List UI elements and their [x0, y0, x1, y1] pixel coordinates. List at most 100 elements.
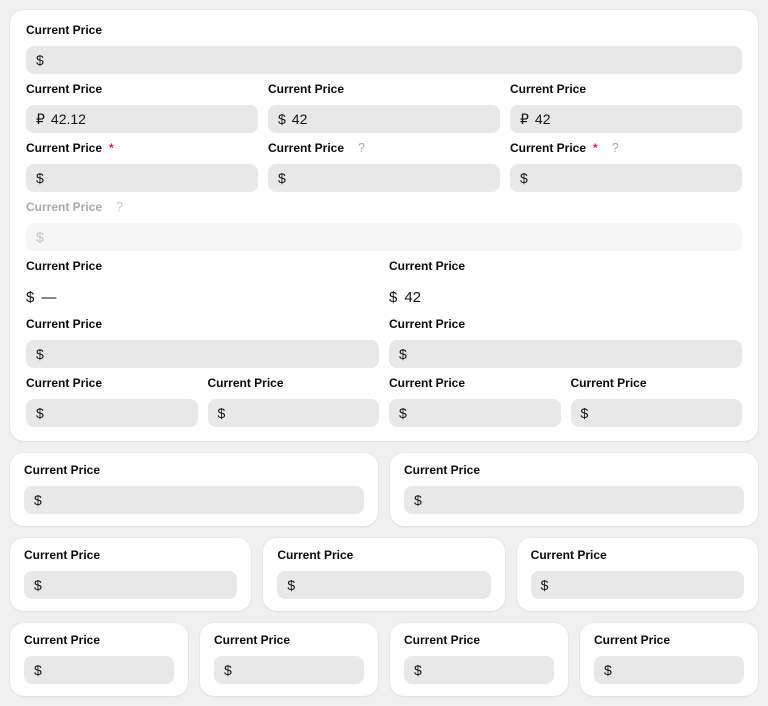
- field-label: Current Price: [531, 549, 607, 561]
- price-input[interactable]: ₽ 42.12: [26, 105, 258, 133]
- field-label-row: Current Price: [571, 377, 743, 389]
- field-label-row: Current Price: [404, 634, 554, 646]
- field-label: Current Price: [24, 464, 100, 476]
- field-label: Current Price: [26, 260, 102, 272]
- currency-prefix-icon: $: [581, 405, 589, 421]
- field-label: Current Price: [510, 142, 586, 154]
- price-input[interactable]: $: [208, 399, 380, 427]
- currency-prefix-icon: $: [389, 289, 397, 306]
- input-value: 42.12: [51, 111, 86, 127]
- field-label-row: Current Price: [510, 83, 742, 95]
- price-input[interactable]: $: [389, 340, 742, 368]
- field-label-row: Current Price: [24, 464, 364, 476]
- field-label-row: Current Price: [24, 634, 174, 646]
- field-label-row: Current Price: [26, 24, 742, 36]
- currency-prefix-icon: $: [36, 346, 44, 362]
- field-label: Current Price: [510, 83, 586, 95]
- price-field: Current Price $: [24, 463, 364, 514]
- price-field: Current Price $: [24, 633, 174, 684]
- price-field: Current Price $: [404, 633, 554, 684]
- field-label-row: Current Price: [26, 318, 379, 330]
- price-input[interactable]: $: [389, 399, 561, 427]
- currency-prefix-icon: $: [541, 577, 549, 593]
- currency-prefix-icon: ₽: [520, 111, 529, 128]
- currency-prefix-icon: $: [36, 229, 44, 245]
- price-input[interactable]: $: [24, 656, 174, 684]
- currency-prefix-icon: $: [520, 170, 528, 186]
- help-question-icon[interactable]: ?: [358, 142, 365, 154]
- price-field: Current Price $: [404, 463, 744, 514]
- price-field: Current Price $ 42: [389, 259, 742, 309]
- currency-prefix-icon: $: [34, 662, 42, 678]
- price-input[interactable]: $: [571, 399, 743, 427]
- price-input[interactable]: $: [277, 571, 490, 599]
- cards-row: Current Price $ Current Price $ Current …: [10, 623, 758, 696]
- price-input[interactable]: $: [26, 399, 198, 427]
- currency-prefix-icon: $: [287, 577, 295, 593]
- card-rows-container: Current Price $ Current Price $ Current …: [10, 453, 758, 696]
- currency-prefix-icon: $: [34, 577, 42, 593]
- price-input[interactable]: $: [24, 571, 237, 599]
- readonly-value: $ 42: [389, 285, 742, 309]
- price-field: Current Price ₽ 42: [510, 82, 742, 133]
- field-label-row: Current Price: [389, 260, 742, 272]
- price-input[interactable]: $: [26, 340, 379, 368]
- price-field: Current Price * $: [26, 141, 258, 192]
- field-label-row: Current Price: [277, 549, 490, 561]
- price-input[interactable]: $: [26, 46, 742, 74]
- field-label: Current Price: [26, 377, 102, 389]
- price-input[interactable]: $ 42: [268, 105, 500, 133]
- price-field: Current Price $: [26, 376, 198, 427]
- price-input[interactable]: ₽ 42: [510, 105, 742, 133]
- field-label-row: Current Price: [404, 464, 744, 476]
- field-card: Current Price $: [390, 453, 758, 526]
- price-field: Current Price * ? $: [510, 141, 742, 192]
- required-asterisk: *: [109, 142, 114, 154]
- field-card: Current Price $: [10, 453, 378, 526]
- price-field: Current Price $: [277, 548, 490, 599]
- price-field: Current Price $ 42: [268, 82, 500, 133]
- field-label-row: Current Price: [26, 377, 198, 389]
- price-field: Current Price $: [26, 317, 379, 368]
- price-field: Current Price $: [531, 548, 744, 599]
- field-label: Current Price: [389, 318, 465, 330]
- field-label-row: Current Price: [24, 549, 237, 561]
- field-label-row: Current Price: [208, 377, 380, 389]
- field-card: Current Price $: [390, 623, 568, 696]
- currency-prefix-icon: $: [399, 405, 407, 421]
- cards-row: Current Price $ Current Price $: [10, 453, 758, 526]
- field-label: Current Price: [389, 377, 465, 389]
- currency-prefix-icon: $: [278, 170, 286, 186]
- field-label-row: Current Price: [26, 260, 379, 272]
- currency-prefix-icon: ₽: [36, 111, 45, 128]
- field-label: Current Price: [24, 549, 100, 561]
- field-card: Current Price $: [10, 623, 188, 696]
- currency-prefix-icon: $: [36, 170, 44, 186]
- field-row: Current Price ₽ 42.12 Current Price $ 42…: [26, 82, 742, 133]
- price-field: Current Price $: [389, 317, 742, 368]
- field-label-row: Current Price ?: [26, 201, 742, 213]
- price-input[interactable]: $: [594, 656, 744, 684]
- price-input[interactable]: $: [26, 164, 258, 192]
- price-input[interactable]: $: [404, 486, 744, 514]
- price-input[interactable]: $: [531, 571, 744, 599]
- field-label: Current Price: [268, 83, 344, 95]
- help-question-icon[interactable]: ?: [612, 142, 619, 154]
- price-input[interactable]: $: [268, 164, 500, 192]
- price-input[interactable]: $: [510, 164, 742, 192]
- field-row: Current Price $ — Current Price $ 42: [26, 259, 742, 309]
- help-question-icon: ?: [116, 201, 123, 213]
- currency-prefix-icon: $: [414, 492, 422, 508]
- price-field: Current Price $ —: [26, 259, 379, 309]
- price-input[interactable]: $: [24, 486, 364, 514]
- field-label-row: Current Price: [214, 634, 364, 646]
- currency-prefix-icon: $: [604, 662, 612, 678]
- currency-prefix-icon: $: [34, 492, 42, 508]
- field-row: Current Price $: [26, 23, 742, 74]
- price-input: $: [26, 223, 742, 251]
- price-input[interactable]: $: [404, 656, 554, 684]
- field-label-row: Current Price: [26, 83, 258, 95]
- price-input[interactable]: $: [214, 656, 364, 684]
- field-label: Current Price: [214, 634, 290, 646]
- input-value: 42: [292, 111, 308, 127]
